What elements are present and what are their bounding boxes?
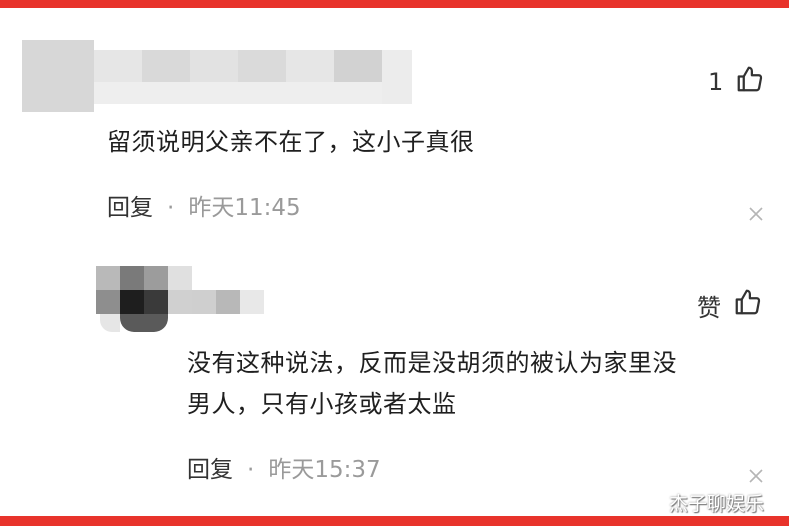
- thumbs-up-icon: [733, 287, 763, 323]
- top-border: [0, 0, 789, 8]
- close-icon[interactable]: [746, 466, 766, 486]
- like-count: 1: [708, 68, 724, 96]
- timestamp: 昨天15:37: [268, 457, 381, 483]
- thumbs-up-icon: [735, 64, 765, 100]
- separator: ·: [167, 195, 175, 221]
- comment-meta: 回复 · 昨天11:45: [107, 188, 301, 222]
- reply-body-line-2: 男人，只有小孩或者太监: [187, 390, 457, 418]
- close-icon[interactable]: [746, 204, 766, 224]
- comment-body: 留须说明父亲不在了，这小子真很: [107, 128, 475, 156]
- like-button[interactable]: 1: [708, 64, 765, 100]
- reply-button[interactable]: 回复: [187, 457, 233, 483]
- watermark: 杰子聊娱乐: [669, 493, 765, 515]
- like-button[interactable]: 赞: [697, 287, 763, 323]
- blurred-reply-username: [96, 266, 264, 336]
- reply-body-line-1: 没有这种说法，反而是没胡须的被认为家里没: [187, 349, 677, 377]
- reply-button[interactable]: 回复: [107, 195, 153, 221]
- like-label: 赞: [697, 293, 721, 322]
- reply-meta: 回复 · 昨天15:37: [187, 450, 381, 484]
- timestamp: 昨天11:45: [188, 195, 301, 221]
- separator: ·: [247, 457, 255, 483]
- bottom-border: [0, 516, 789, 526]
- blurred-username: [22, 40, 412, 112]
